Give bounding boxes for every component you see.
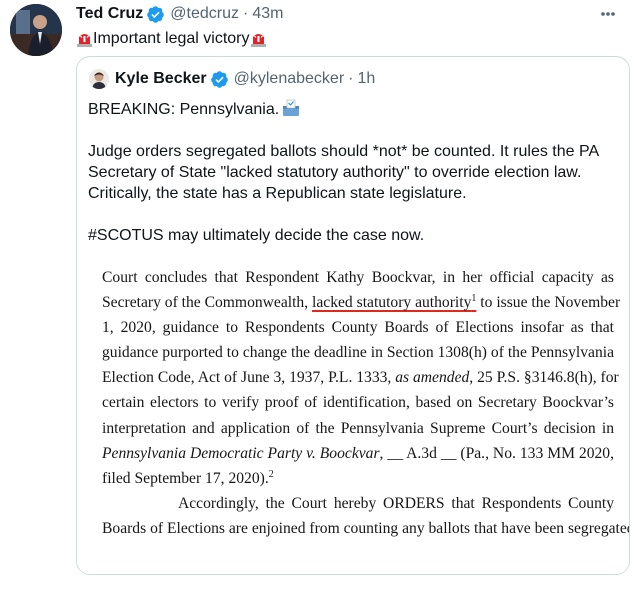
author-name[interactable]: Ted Cruz <box>76 4 143 24</box>
breaking-text: BREAKING: Pennsylvania. <box>88 101 280 118</box>
separator-dot: · <box>348 70 354 87</box>
verified-badge-icon <box>210 70 229 89</box>
quoted-line-breaking: BREAKING: Pennsylvania. <box>88 99 619 120</box>
doc-line: Secretary of the Commonwealth, lacked st… <box>102 292 621 312</box>
author-handle[interactable]: @tedcruz <box>170 4 239 24</box>
more-options-icon[interactable] <box>598 4 618 24</box>
doc-line: certain electors to verify proof of iden… <box>102 394 614 412</box>
quoted-tweet-timestamp[interactable]: 1h <box>357 69 375 89</box>
doc-line: Pennsylvania Democratic Party v. Boockva… <box>102 444 614 462</box>
quoted-author-avatar[interactable] <box>89 69 109 89</box>
doc-line: interpretation and application of the Pe… <box>102 419 614 437</box>
tweet-header: Ted Cruz @tedcruz · 43m <box>76 4 283 24</box>
doc-line: Boards of Elections are enjoined from co… <box>102 519 630 537</box>
doc-line: Court concludes that Respondent Kathy Bo… <box>102 269 614 286</box>
doc-line: Accordingly, the Court hereby ORDERS tha… <box>178 494 614 512</box>
quoted-tweet[interactable]: Kyle Becker @kylenabecker · 1h BREAKING:… <box>76 56 630 575</box>
verified-badge-icon <box>146 5 165 24</box>
court-document-text: Court concludes that Respondent Kathy Bo… <box>102 265 630 541</box>
tweet-text: Important legal victory <box>76 28 267 49</box>
tweet[interactable]: Ted Cruz @tedcruz · 43m Important legal … <box>0 0 634 589</box>
quoted-author-handle[interactable]: @kylenabecker <box>234 69 345 89</box>
separator-dot: · <box>242 5 249 22</box>
highlighted-phrase: lacked statutory authority1 <box>312 292 477 312</box>
author-avatar[interactable] <box>10 4 62 56</box>
tweet-timestamp[interactable]: 43m <box>252 4 283 24</box>
quoted-paragraph-2: Judge orders segregated ballots should *… <box>88 143 599 202</box>
siren-emoji-icon <box>250 30 267 48</box>
ballot-box-emoji-icon <box>281 99 301 117</box>
quoted-tweet-header: Kyle Becker @kylenabecker · 1h <box>89 69 375 89</box>
doc-line: filed September 17, 2020).2 <box>102 468 274 487</box>
court-document-image[interactable]: Court concludes that Respondent Kathy Bo… <box>77 255 630 574</box>
quoted-tweet-body: BREAKING: Pennsylvania. Judge orders seg… <box>88 99 619 246</box>
quoted-paragraph-3: #SCOTUS may ultimately decide the case n… <box>88 227 425 244</box>
doc-line: 1, 2020, guidance to Respondents County … <box>102 319 614 337</box>
doc-line: guidance purported to change the deadlin… <box>102 344 614 362</box>
tweet-text-content: Important legal victory <box>93 30 250 47</box>
quoted-author-name[interactable]: Kyle Becker <box>115 69 207 89</box>
doc-line: Election Code, Act of June 3, 1937, P.L.… <box>102 369 619 387</box>
siren-emoji-icon <box>76 30 93 48</box>
